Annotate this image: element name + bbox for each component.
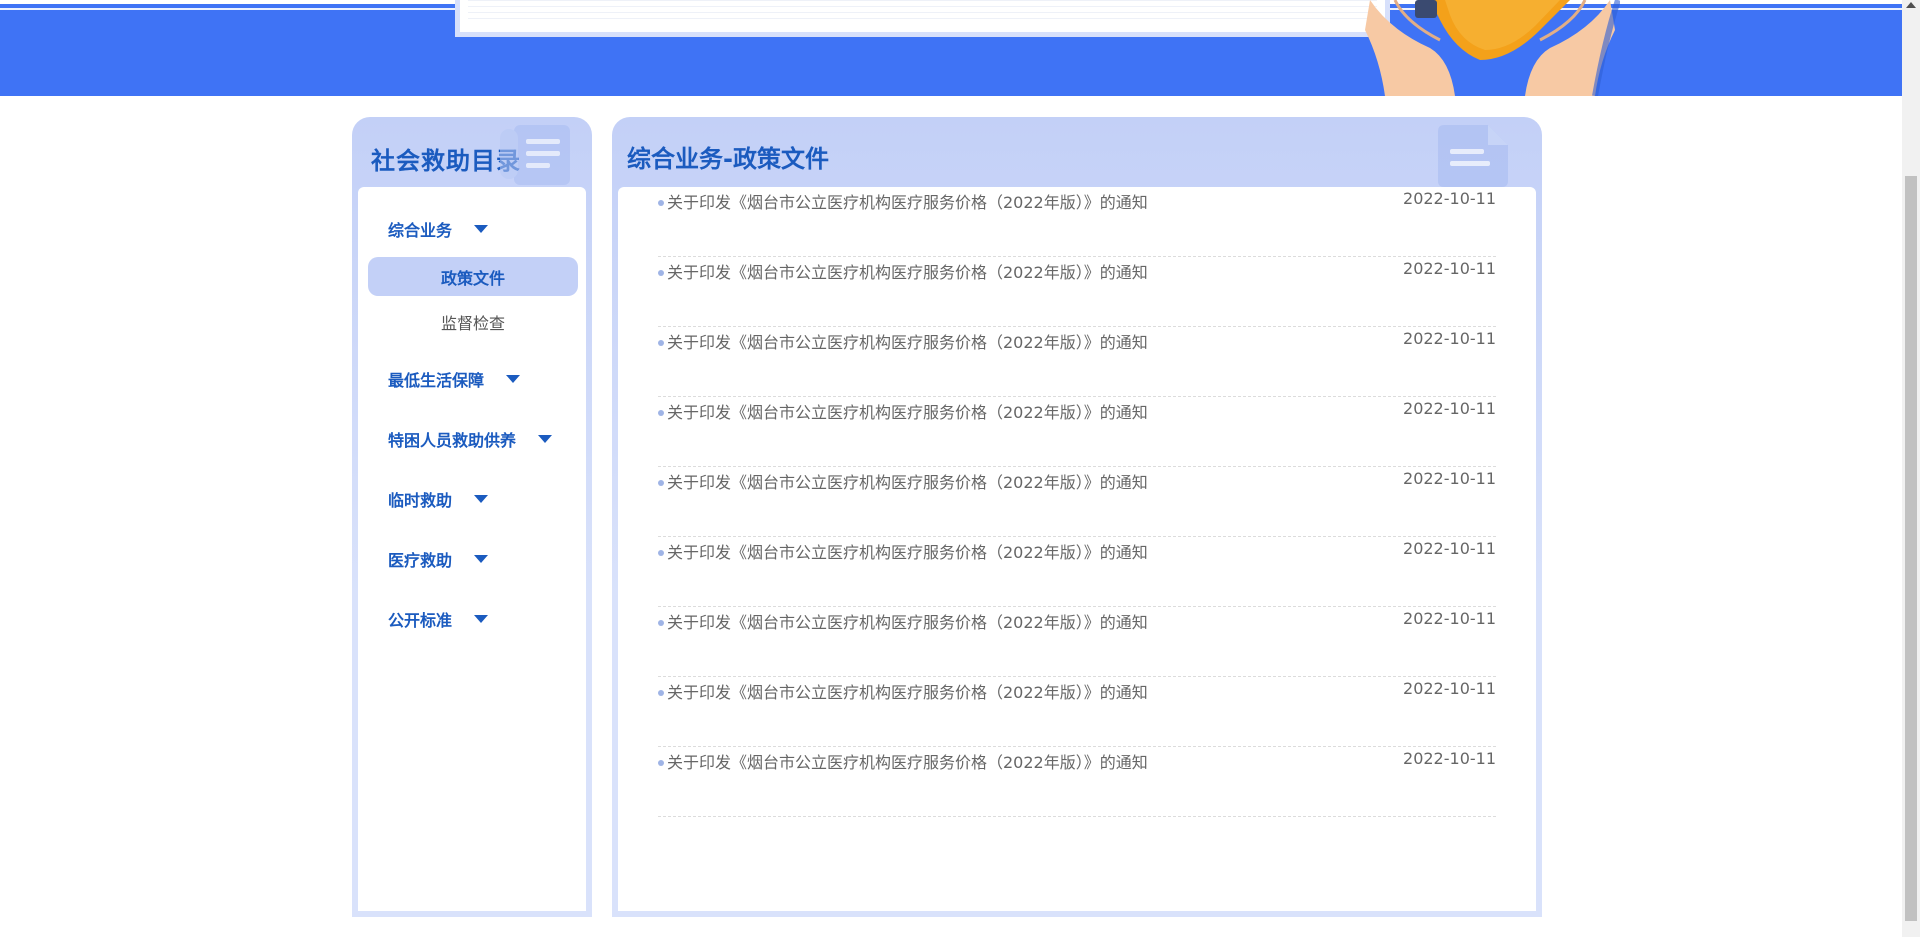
sub-item-label: 政策文件 bbox=[440, 268, 505, 288]
document-date: 2022-10-11 bbox=[1403, 539, 1496, 558]
menu-group-medical-aid[interactable]: 医疗救助 bbox=[388, 547, 489, 571]
bullet-icon bbox=[658, 620, 664, 626]
menu-group-temporary-aid[interactable]: 临时救助 bbox=[388, 487, 489, 511]
sidebar-panel: 社会救助目录 综合业务 政策文件 监督检查 最低生活保障 特困人员救助供养 临时… bbox=[352, 117, 592, 917]
document-date: 2022-10-11 bbox=[1403, 329, 1496, 348]
top-banner bbox=[0, 0, 1902, 96]
document-title[interactable]: 关于印发《烟台市公立医疗机构医疗服务价格（2022年版）》的通知 bbox=[667, 329, 1148, 353]
list-item[interactable]: 关于印发《烟台市公立医疗机构医疗服务价格（2022年版）》的通知 2022-10… bbox=[658, 747, 1496, 817]
document-date: 2022-10-11 bbox=[1403, 259, 1496, 278]
hands-holding-heart-icon bbox=[1365, 0, 1620, 96]
sub-item-supervision[interactable]: 监督检查 bbox=[368, 302, 578, 341]
menu-group-general[interactable]: 综合业务 bbox=[388, 217, 489, 241]
chevron-down-icon bbox=[538, 435, 553, 443]
scroll-up-arrow-icon[interactable] bbox=[1906, 2, 1916, 8]
list-item[interactable]: 关于印发《烟台市公立医疗机构医疗服务价格（2022年版）》的通知 2022-10… bbox=[658, 537, 1496, 607]
document-title[interactable]: 关于印发《烟台市公立医疗机构医疗服务价格（2022年版）》的通知 bbox=[667, 469, 1148, 493]
menu-group-minimum-living[interactable]: 最低生活保障 bbox=[388, 367, 521, 391]
document-list-icon bbox=[500, 125, 570, 185]
bullet-icon bbox=[658, 200, 664, 206]
menu-group-public-standards[interactable]: 公开标准 bbox=[388, 607, 489, 631]
document-title[interactable]: 关于印发《烟台市公立医疗机构医疗服务价格（2022年版）》的通知 bbox=[667, 609, 1148, 633]
bullet-icon bbox=[658, 760, 664, 766]
sub-item-policy-documents[interactable]: 政策文件 bbox=[368, 257, 578, 296]
list-item[interactable]: 关于印发《烟台市公立医疗机构医疗服务价格（2022年版）》的通知 2022-10… bbox=[658, 327, 1496, 397]
menu-group-label: 综合业务 bbox=[388, 221, 453, 240]
list-item[interactable]: 关于印发《烟台市公立医疗机构医疗服务价格（2022年版）》的通知 2022-10… bbox=[658, 677, 1496, 747]
chevron-down-icon bbox=[474, 495, 489, 503]
page-scrollbar[interactable] bbox=[1902, 0, 1920, 937]
document-date: 2022-10-11 bbox=[1403, 469, 1496, 488]
list-item[interactable]: 关于印发《烟台市公立医疗机构医疗服务价格（2022年版）》的通知 2022-10… bbox=[658, 187, 1496, 257]
sidebar-menu: 综合业务 政策文件 监督检查 最低生活保障 特困人员救助供养 临时救助 医疗救助… bbox=[358, 187, 586, 911]
menu-group-label: 临时救助 bbox=[388, 491, 453, 510]
bullet-icon bbox=[658, 410, 664, 416]
list-item[interactable]: 关于印发《烟台市公立医疗机构医疗服务价格（2022年版）》的通知 2022-10… bbox=[658, 467, 1496, 537]
document-title[interactable]: 关于印发《烟台市公立医疗机构医疗服务价格（2022年版）》的通知 bbox=[667, 259, 1148, 283]
content-panel: 综合业务-政策文件 关于印发《烟台市公立医疗机构医疗服务价格（2022年版）》的… bbox=[612, 117, 1542, 917]
sidebar-title: 社会救助目录 bbox=[371, 147, 521, 175]
chevron-down-icon bbox=[474, 555, 489, 563]
file-icon bbox=[1438, 125, 1508, 187]
menu-group-label: 特困人员救助供养 bbox=[388, 431, 517, 450]
document-title[interactable]: 关于印发《烟台市公立医疗机构医疗服务价格（2022年版）》的通知 bbox=[667, 679, 1148, 703]
sub-item-label: 监督检查 bbox=[440, 313, 505, 333]
bullet-icon bbox=[658, 550, 664, 556]
bullet-icon bbox=[658, 690, 664, 696]
document-list-container: 关于印发《烟台市公立医疗机构医疗服务价格（2022年版）》的通知 2022-10… bbox=[618, 187, 1536, 911]
page-title: 综合业务-政策文件 bbox=[627, 145, 829, 173]
scrollbar-thumb[interactable] bbox=[1905, 176, 1917, 921]
chevron-down-icon bbox=[474, 615, 489, 623]
chevron-down-icon bbox=[506, 375, 521, 383]
document-title[interactable]: 关于印发《烟台市公立医疗机构医疗服务价格（2022年版）》的通知 bbox=[667, 749, 1148, 773]
list-item[interactable]: 关于印发《烟台市公立医疗机构医疗服务价格（2022年版）》的通知 2022-10… bbox=[658, 397, 1496, 467]
menu-group-special-poverty[interactable]: 特困人员救助供养 bbox=[388, 427, 553, 451]
document-date: 2022-10-11 bbox=[1403, 609, 1496, 628]
document-date: 2022-10-11 bbox=[1403, 189, 1496, 208]
document-date: 2022-10-11 bbox=[1403, 399, 1496, 418]
bullet-icon bbox=[658, 340, 664, 346]
bullet-icon bbox=[658, 270, 664, 276]
document-date: 2022-10-11 bbox=[1403, 679, 1496, 698]
list-item[interactable]: 关于印发《烟台市公立医疗机构医疗服务价格（2022年版）》的通知 2022-10… bbox=[658, 607, 1496, 677]
document-date: 2022-10-11 bbox=[1403, 749, 1496, 768]
menu-group-label: 医疗救助 bbox=[388, 551, 453, 570]
document-list: 关于印发《烟台市公立医疗机构医疗服务价格（2022年版）》的通知 2022-10… bbox=[658, 187, 1496, 817]
bullet-icon bbox=[658, 480, 664, 486]
document-title[interactable]: 关于印发《烟台市公立医疗机构医疗服务价格（2022年版）》的通知 bbox=[667, 539, 1148, 563]
menu-group-label: 公开标准 bbox=[388, 611, 453, 630]
menu-group-label: 最低生活保障 bbox=[388, 371, 485, 390]
document-title[interactable]: 关于印发《烟台市公立医疗机构医疗服务价格（2022年版）》的通知 bbox=[667, 189, 1148, 213]
document-title[interactable]: 关于印发《烟台市公立医疗机构医疗服务价格（2022年版）》的通知 bbox=[667, 399, 1148, 423]
chevron-down-icon bbox=[474, 225, 489, 233]
list-item[interactable]: 关于印发《烟台市公立医疗机构医疗服务价格（2022年版）》的通知 2022-10… bbox=[658, 257, 1496, 327]
banner-paper-illustration bbox=[455, 0, 1390, 37]
